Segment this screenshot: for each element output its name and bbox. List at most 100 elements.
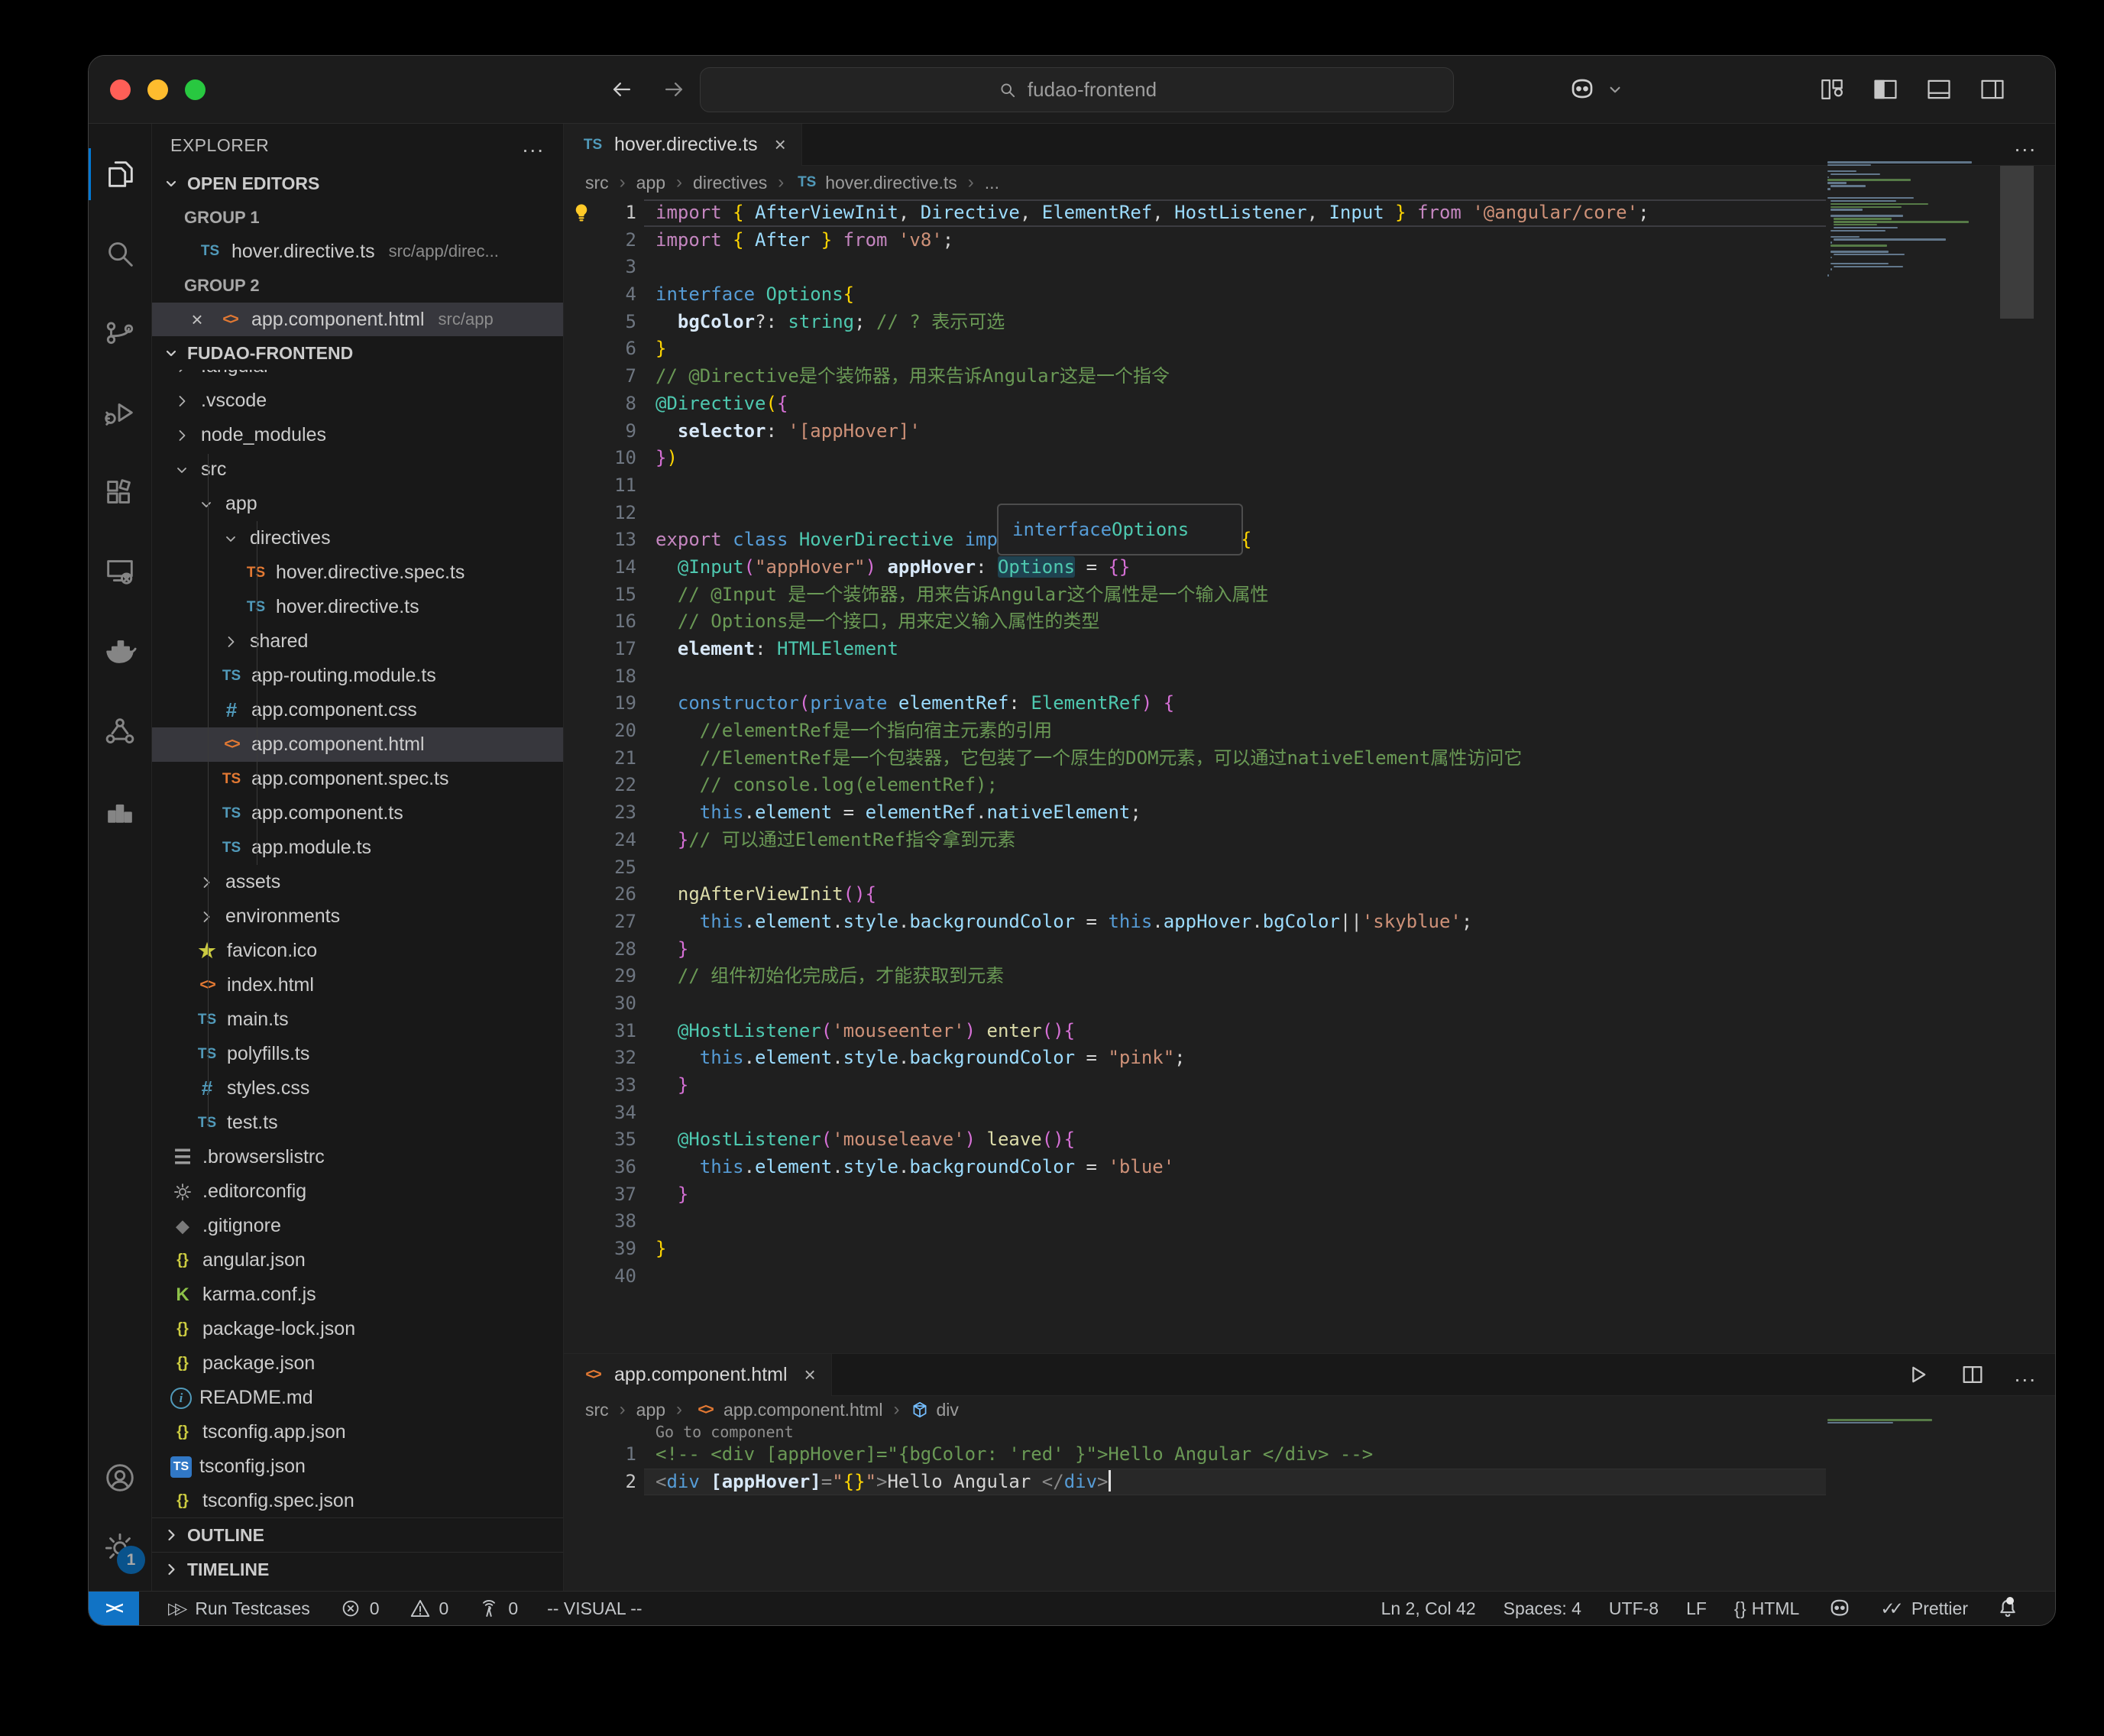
status-lf[interactable]: LF <box>1686 1598 1707 1619</box>
tree-item-app.module.ts[interactable]: TS app.module.ts <box>152 831 563 865</box>
status-run-all[interactable]: ▷▷ Run Testcases <box>168 1598 310 1619</box>
tree-item-tsconfig.app.json[interactable]: {} tsconfig.app.json <box>152 1415 563 1449</box>
back-button[interactable] <box>607 74 637 105</box>
tree-item-environments[interactable]: environments <box>152 899 563 934</box>
tree-item-package-lock.json[interactable]: {} package-lock.json <box>152 1312 563 1346</box>
tree-item-.browserslistrc[interactable]: ☰ .browserslistrc <box>152 1140 563 1174</box>
close-icon[interactable]: × <box>186 308 209 332</box>
tree-item-shared[interactable]: shared <box>152 624 563 659</box>
status-check[interactable]: ✓✓ Prettier <box>1880 1598 1968 1619</box>
outline-header[interactable]: OUTLINE <box>152 1517 563 1552</box>
toggle-sidebar-button[interactable] <box>1869 73 1902 106</box>
tree-item-hover.directive.ts[interactable]: TS hover.directive.ts <box>152 590 563 624</box>
tree-item-polyfills.ts[interactable]: TS polyfills.ts <box>152 1037 563 1071</box>
tree-item-angular.json[interactable]: {} angular.json <box>152 1243 563 1278</box>
tree-item-.vscode[interactable]: .vscode <box>152 384 563 418</box>
scrollbar-slider[interactable] <box>2000 166 2034 319</box>
zoom-button[interactable] <box>185 79 206 100</box>
activity-source-control-button[interactable] <box>89 293 151 373</box>
tree-item-tsconfig.spec.json[interactable]: {} tsconfig.spec.json <box>152 1484 563 1517</box>
close-button[interactable] <box>110 79 131 100</box>
minimap[interactable] <box>1827 1419 1999 1430</box>
open-editor-item[interactable]: TS hover.directive.ts src/app/direc... <box>152 235 563 268</box>
tree-item-.editorconfig[interactable]: .editorconfig <box>152 1174 563 1209</box>
close-icon[interactable]: × <box>775 133 786 157</box>
code-editor-hover-directive[interactable]: 1 import { AfterViewInit, Directive, Elem… <box>564 161 2055 1353</box>
tree-item-main.ts[interactable]: TS main.ts <box>152 1002 563 1037</box>
breadcrumb-item[interactable]: directives <box>693 173 767 193</box>
tree-item-favicon.ico[interactable]: ★ favicon.ico <box>152 934 563 968</box>
tree-item-app-routing.module.ts[interactable]: TS app-routing.module.ts <box>152 659 563 693</box>
open-editors-header[interactable]: OPEN EDITORS <box>152 167 563 200</box>
tree-item-app.component.css[interactable]: # app.component.css <box>152 693 563 727</box>
status-visual[interactable]: -- VISUAL -- <box>547 1598 642 1619</box>
tree-item-tsconfig.json[interactable]: TS tsconfig.json <box>152 1449 563 1484</box>
tree-item-index.html[interactable]: <> index.html <box>152 968 563 1002</box>
breadcrumb-item[interactable]: src <box>585 1400 609 1420</box>
status-spaces4[interactable]: Spaces: 4 <box>1504 1598 1581 1619</box>
breadcrumb-item[interactable]: app <box>636 173 665 193</box>
more-actions-icon[interactable]: ... <box>523 133 545 157</box>
status-utf8[interactable]: UTF-8 <box>1609 1598 1659 1619</box>
copilot-menu[interactable] <box>1567 74 1625 105</box>
split-editor-button[interactable] <box>1960 1362 1986 1388</box>
tab-hover-directive[interactable]: TS hover.directive.ts × <box>564 124 802 166</box>
activity-search-button[interactable] <box>89 214 151 293</box>
activity-explorer-button[interactable] <box>89 134 151 214</box>
tree-item-app[interactable]: app <box>152 487 563 521</box>
tree-item-nodemodules[interactable]: node_modules <box>152 418 563 452</box>
forward-button[interactable] <box>659 74 689 105</box>
close-icon[interactable]: × <box>804 1363 816 1387</box>
minimap[interactable] <box>1827 161 1999 285</box>
toggle-panel-button[interactable] <box>1922 73 1956 106</box>
lightbulb-icon[interactable] <box>570 202 593 225</box>
activity-remote-explorer-button[interactable] <box>89 532 151 611</box>
project-root-header[interactable]: FUDAO-FRONTEND <box>152 336 563 370</box>
breadcrumb-item[interactable]: ... <box>985 173 999 193</box>
status-ln2col42[interactable]: Ln 2, Col 42 <box>1381 1598 1476 1619</box>
activity-docker-button[interactable] <box>89 611 151 691</box>
status-braces[interactable]: { } HTML <box>1734 1598 1799 1619</box>
breadcrumb-item[interactable]: <> app.component.html <box>693 1398 882 1422</box>
tree-item-.gitignore[interactable]: ◆ .gitignore <box>152 1209 563 1243</box>
run-button[interactable] <box>1905 1362 1931 1388</box>
code-editor-app-component[interactable]: Go to component 1 <!-- <div [appHover]="{b… <box>564 1419 2055 1591</box>
timeline-header[interactable]: TIMELINE <box>152 1552 563 1586</box>
breadcrumb-item[interactable]: src <box>585 173 609 193</box>
tree-item-README.md[interactable]: i README.md <box>152 1381 563 1415</box>
breadcrumb-item[interactable]: app <box>636 1400 665 1420</box>
tree-item-test.ts[interactable]: TS test.ts <box>152 1106 563 1140</box>
tree-item-app.component.spec.ts[interactable]: TS app.component.spec.ts <box>152 762 563 796</box>
activity-chart-button[interactable] <box>89 770 151 850</box>
status-error[interactable]: 0 <box>339 1597 380 1620</box>
editor-more-actions-icon[interactable]: ... <box>2015 132 2037 157</box>
tree-item-.angular[interactable]: .angular <box>152 370 563 384</box>
tab-app-component-html[interactable]: <> app.component.html × <box>564 1354 832 1396</box>
status-warning[interactable]: 0 <box>409 1597 448 1620</box>
remote-indicator[interactable]: >< <box>89 1592 139 1625</box>
tree-item-directives[interactable]: directives <box>152 521 563 555</box>
panel-more-actions[interactable]: ... <box>2015 1362 2037 1387</box>
breadcrumb-item[interactable]: TS hover.directive.ts <box>795 170 957 195</box>
tree-item-karma.conf.js[interactable]: Kkarma.conf.js <box>152 1278 563 1312</box>
customize-layout-button[interactable] <box>1815 73 1849 106</box>
activity-extensions-button[interactable] <box>89 452 151 532</box>
breadcrumb-item[interactable]: div <box>910 1400 959 1420</box>
activity-run-debug-button[interactable] <box>89 373 151 452</box>
status-broadcast[interactable]: 0 <box>477 1597 518 1620</box>
toggle-secondary-sidebar-button[interactable] <box>1976 73 2009 106</box>
command-center-search[interactable]: fudao-frontend <box>700 67 1454 112</box>
tree-item-package.json[interactable]: {} package.json <box>152 1346 563 1381</box>
tree-item-assets[interactable]: assets <box>152 865 563 899</box>
open-editor-item[interactable]: × <> app.component.html src/app <box>152 303 563 336</box>
tree-item-styles.css[interactable]: # styles.css <box>152 1071 563 1106</box>
activity-cluster-button[interactable] <box>89 691 151 770</box>
activity-settings-button[interactable]: 1 <box>89 1513 151 1583</box>
tree-item-src[interactable]: src <box>152 452 563 487</box>
status-copilot[interactable] <box>1827 1595 1853 1621</box>
tree-item-hover.directive.spec.ts[interactable]: TS hover.directive.spec.ts <box>152 555 563 590</box>
status-bell[interactable] <box>1996 1596 2020 1621</box>
minimize-button[interactable] <box>147 79 168 100</box>
tree-item-app.component.ts[interactable]: TS app.component.ts <box>152 796 563 831</box>
activity-account-button[interactable] <box>89 1443 151 1513</box>
